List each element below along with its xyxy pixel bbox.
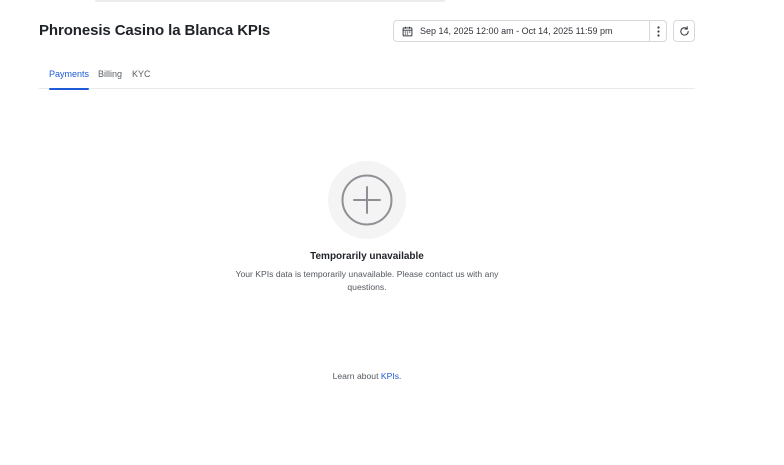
empty-state-title: Temporarily unavailable	[310, 251, 424, 262]
add-circle-icon	[341, 174, 393, 226]
date-range-picker[interactable]: Sep 14, 2025 12:00 am - Oct 14, 2025 11:…	[393, 20, 667, 42]
date-range-value: Sep 14, 2025 12:00 am - Oct 14, 2025 11:…	[420, 26, 613, 36]
tab-payments[interactable]: Payments	[49, 66, 90, 90]
more-options-button[interactable]	[649, 21, 666, 41]
page-title: Phronesis Casino la Blanca KPIs	[39, 22, 271, 39]
calendar-icon	[394, 21, 420, 41]
vertical-dots-icon	[656, 25, 660, 37]
empty-state-description: Your KPIs data is temporarily unavailabl…	[235, 269, 499, 292]
refresh-button[interactable]	[673, 20, 695, 42]
kpis-page: Phronesis Casino la Blanca KPIs Sep 14, …	[0, 0, 784, 465]
tab-kyc[interactable]: KYC	[132, 66, 151, 89]
learn-about-prefix: Learn about	[332, 371, 381, 381]
refresh-icon	[679, 25, 689, 36]
tab-billing[interactable]: Billing	[98, 66, 122, 89]
learn-about-text: Learn about KPIs.	[0, 371, 734, 381]
tab-bar: Payments Billing KYC	[39, 66, 695, 90]
empty-state-icon-container	[328, 161, 406, 239]
top-scroll-shadow	[95, 0, 445, 2]
learn-kpis-link[interactable]: KPIs.	[381, 371, 402, 381]
